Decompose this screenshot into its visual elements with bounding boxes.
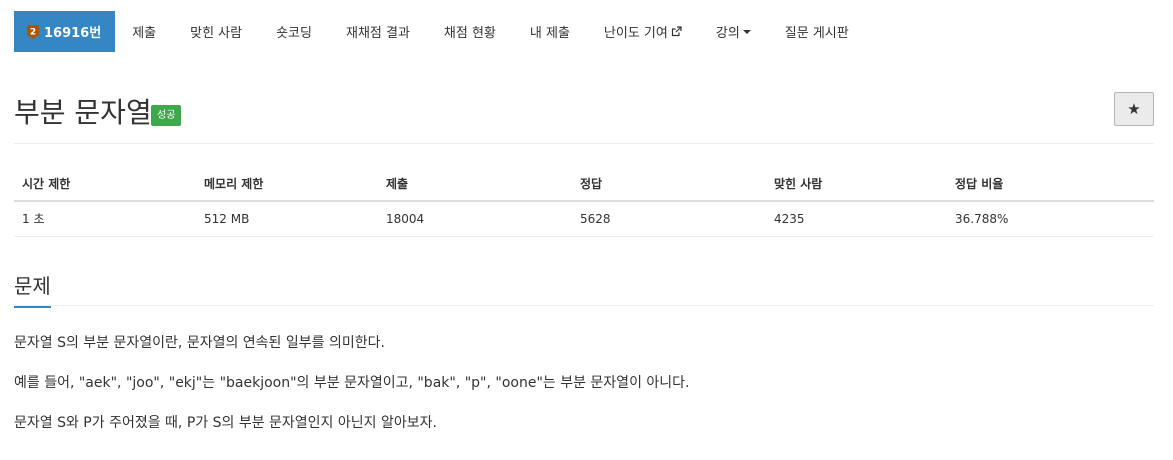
- problem-description: 문자열 S의 부분 문자열이란, 문자열의 연속된 일부를 의미한다. 예를 들…: [14, 333, 1154, 453]
- column-header-solved-users: 맞힌 사람: [766, 166, 947, 202]
- menu-item-judge-status[interactable]: 채점 현황: [427, 11, 513, 52]
- page-title: 부분 문자열: [14, 96, 152, 129]
- column-header-time-limit: 시간 제한: [14, 166, 196, 202]
- column-header-accepted: 정답: [572, 166, 766, 202]
- description-paragraph: 예를 들어, "aek", "joo", "ekj"는 "baekjoon"의 …: [14, 375, 690, 391]
- problem-info-table: 시간 제한 메모리 제한 제출 정답 맞힌 사람 정답 비율 1 초 512 M…: [14, 166, 1154, 237]
- column-header-accuracy: 정답 비율: [947, 166, 1154, 202]
- favorite-button[interactable]: ★: [1114, 92, 1154, 126]
- menu-item-submit[interactable]: 제출: [115, 11, 173, 52]
- menu-item-solved-users[interactable]: 맞힌 사람: [173, 11, 259, 52]
- menu-item-label: 질문 게시판: [784, 26, 849, 41]
- menu-item-problem-number[interactable]: 2 16916번: [14, 11, 116, 52]
- menu-item-label: 재채점 결과: [345, 26, 410, 41]
- time-limit-value: 1 초: [14, 201, 196, 237]
- problem-menu: 2 16916번 제출 맞힌 사람 숏코딩 재채점 결과 채점 현황 내 제출 …: [14, 11, 866, 52]
- menu-item-label: 맞힌 사람: [190, 26, 243, 41]
- external-link-icon: [671, 26, 682, 37]
- description-paragraph: 문자열 S의 부분 문자열이란, 문자열의 연속된 일부를 의미한다.: [14, 335, 385, 351]
- tier-icon: 2: [27, 24, 39, 39]
- submissions-value: 18004: [378, 201, 572, 237]
- menu-item-label: 채점 현황: [443, 26, 496, 41]
- menu-item-difficulty-contribution[interactable]: 난이도 기여: [587, 11, 699, 52]
- menu-item-rejudge-results[interactable]: 재채점 결과: [329, 11, 427, 52]
- accepted-value: 5628: [572, 201, 766, 237]
- star-icon: ★: [1127, 100, 1141, 118]
- menu-item-label: 내 제출: [529, 26, 570, 41]
- menu-item-label: 제출: [132, 26, 157, 41]
- accuracy-value: 36.788%: [947, 201, 1154, 237]
- menu-item-label: 난이도 기여: [603, 26, 668, 41]
- menu-item-label: 강의: [715, 26, 740, 41]
- menu-item-short-coding[interactable]: 숏코딩: [259, 11, 329, 52]
- problem-title-row: 부분 문자열 성공 ★: [14, 88, 1154, 144]
- menu-item-my-submissions[interactable]: 내 제출: [513, 11, 587, 52]
- table-row: 1 초 512 MB 18004 5628 4235 36.788%: [14, 201, 1154, 237]
- problem-section-header: 문제: [14, 265, 1154, 308]
- menu-item-question-board[interactable]: 질문 게시판: [768, 11, 866, 52]
- menu-item-lectures[interactable]: 강의: [699, 11, 768, 52]
- solved-users-value: 4235: [766, 201, 947, 237]
- svg-text:2: 2: [30, 27, 36, 37]
- status-badge: 성공: [151, 105, 182, 126]
- description-paragraph: 문자열 S와 P가 주어졌을 때, P가 S의 부분 문자열인지 아닌지 알아보…: [14, 415, 437, 431]
- chevron-down-icon: [742, 30, 751, 34]
- column-header-submissions: 제출: [378, 166, 572, 202]
- table-header-row: 시간 제한 메모리 제한 제출 정답 맞힌 사람 정답 비율: [14, 166, 1154, 202]
- menu-item-label: 16916번: [44, 26, 102, 41]
- menu-item-label: 숏코딩: [276, 26, 312, 41]
- memory-limit-value: 512 MB: [196, 201, 378, 237]
- section-title: 문제: [14, 270, 51, 308]
- column-header-memory-limit: 메모리 제한: [196, 166, 378, 202]
